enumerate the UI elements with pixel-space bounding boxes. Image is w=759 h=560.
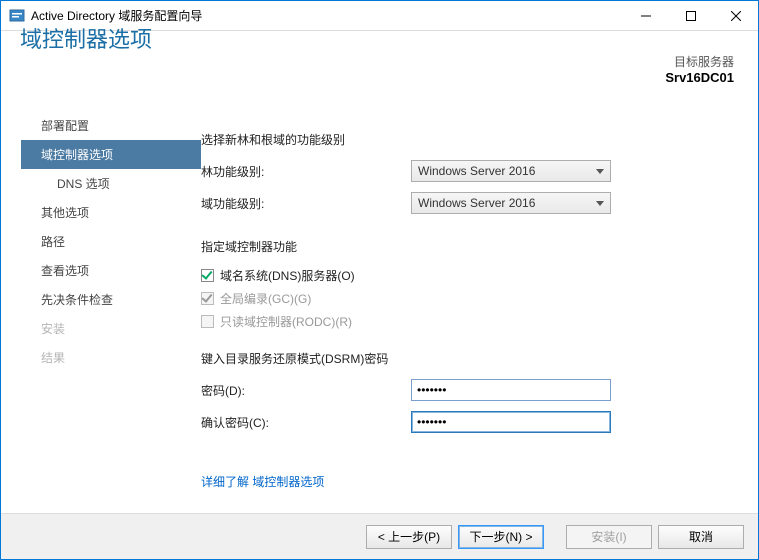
password-input[interactable] <box>411 379 611 401</box>
target-server-box: 目标服务器 Srv16DC01 <box>665 53 734 85</box>
maximize-button[interactable] <box>668 1 713 30</box>
cancel-button[interactable]: 取消 <box>658 525 744 549</box>
sidebar: 部署配置 域控制器选项 DNS 选项 其他选项 路径 查看选项 先决条件检查 安… <box>21 111 201 372</box>
confirm-password-input[interactable] <box>411 411 611 433</box>
gc-checkbox-label: 全局编录(GC)(G) <box>220 290 311 307</box>
close-button[interactable] <box>713 1 758 30</box>
domain-level-dropdown[interactable]: Windows Server 2016 <box>411 192 611 214</box>
next-button[interactable]: 下一步(N) > <box>458 525 544 549</box>
sidebar-item-dc-options[interactable]: 域控制器选项 <box>21 140 201 169</box>
forest-level-label: 林功能级别: <box>201 163 411 180</box>
footer: < 上一步(P) 下一步(N) > 安装(I) 取消 <box>1 513 758 559</box>
sidebar-item-deploy[interactable]: 部署配置 <box>21 111 201 140</box>
password-label: 密码(D): <box>201 382 411 399</box>
dns-checkbox[interactable] <box>201 269 214 282</box>
confirm-password-label: 确认密码(C): <box>201 414 411 431</box>
forest-level-dropdown[interactable]: Windows Server 2016 <box>411 160 611 182</box>
dsrm-heading: 键入目录服务还原模式(DSRM)密码 <box>201 350 734 367</box>
domain-level-label: 域功能级别: <box>201 195 411 212</box>
rodc-checkbox-label: 只读域控制器(RODC)(R) <box>220 313 352 330</box>
previous-button[interactable]: < 上一步(P) <box>366 525 452 549</box>
forest-level-value: Windows Server 2016 <box>418 164 535 178</box>
rodc-checkbox <box>201 315 214 328</box>
target-server-label: 目标服务器 <box>665 53 734 70</box>
more-info-link[interactable]: 详细了解 域控制器选项 <box>201 473 324 490</box>
functional-levels-heading: 选择新林和根域的功能级别 <box>201 131 734 148</box>
target-server-value: Srv16DC01 <box>665 70 734 85</box>
sidebar-item-results: 结果 <box>21 343 201 372</box>
capabilities-heading: 指定域控制器功能 <box>201 238 734 255</box>
sidebar-item-prereq[interactable]: 先决条件检查 <box>21 285 201 314</box>
domain-level-value: Windows Server 2016 <box>418 196 535 210</box>
sidebar-item-dns-options[interactable]: DNS 选项 <box>21 169 201 198</box>
install-button: 安装(I) <box>566 525 652 549</box>
gc-checkbox <box>201 292 214 305</box>
window-controls <box>623 1 758 30</box>
sidebar-item-review[interactable]: 查看选项 <box>21 256 201 285</box>
page-title: 域控制器选项 <box>20 22 152 78</box>
sidebar-item-install: 安装 <box>21 314 201 343</box>
minimize-button[interactable] <box>623 1 668 30</box>
sidebar-item-paths[interactable]: 路径 <box>21 227 201 256</box>
sidebar-item-other[interactable]: 其他选项 <box>21 198 201 227</box>
dns-checkbox-label: 域名系统(DNS)服务器(O) <box>220 267 355 284</box>
